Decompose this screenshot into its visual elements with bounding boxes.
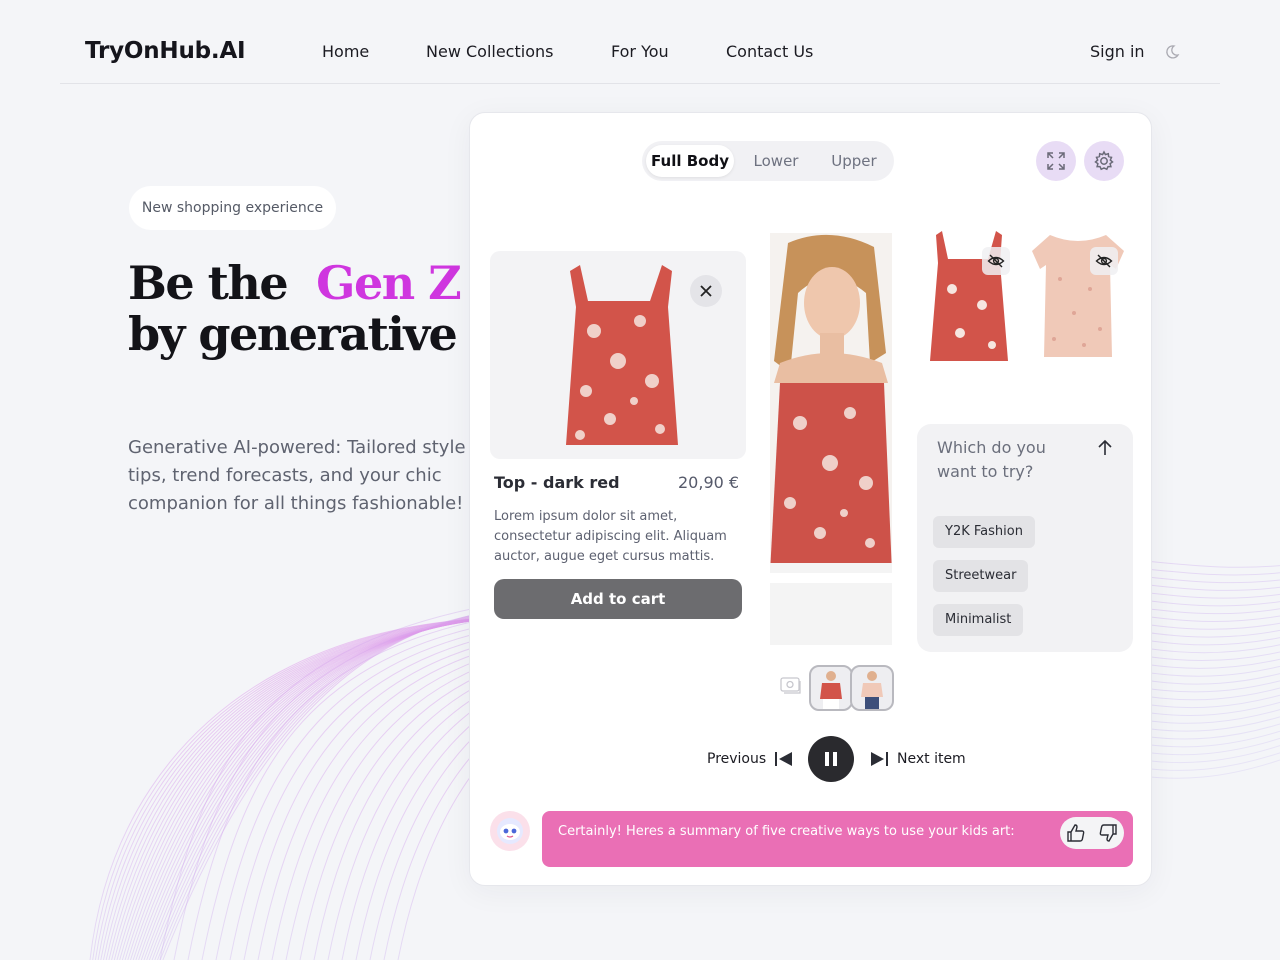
remove-item-button[interactable] — [690, 275, 722, 307]
model-photo — [770, 233, 892, 645]
hide-red-top-button[interactable] — [982, 247, 1010, 275]
nav-link-new-collections[interactable]: New Collections — [426, 42, 553, 61]
thumbs-up-icon[interactable] — [1066, 823, 1086, 843]
next-item-label[interactable]: Next item — [897, 751, 966, 767]
product-image — [490, 251, 746, 459]
skip-back-icon[interactable] — [774, 751, 794, 767]
brand-logo[interactable]: TryOnHub.AI — [85, 38, 246, 64]
settings-button[interactable] — [1084, 141, 1124, 181]
pause-icon — [825, 752, 837, 766]
robot-face-icon — [497, 818, 523, 844]
chat-message-bubble: Certainly! Heres a summary of five creat… — [542, 811, 1133, 867]
arrow-up-icon[interactable] — [1095, 438, 1115, 458]
chip-minimalist[interactable]: Minimalist — [933, 604, 1024, 636]
product-price: 20,90 € — [678, 473, 740, 492]
pause-button[interactable] — [808, 736, 854, 782]
settings-icon — [1094, 150, 1114, 171]
suggestion-question: Which do you want to try? — [937, 438, 1046, 481]
body-part-tabs: Full Body Lower Upper — [642, 141, 894, 181]
gallery-icon[interactable] — [780, 675, 802, 695]
eye-off-icon — [1095, 254, 1113, 268]
add-to-cart-button[interactable]: Add to cart — [494, 579, 742, 619]
hide-pink-top-button[interactable] — [1090, 247, 1118, 275]
outfit-thumbnail-1[interactable] — [809, 665, 853, 711]
hero-pill-badge: New shopping experience — [129, 186, 336, 230]
chat-message-text: Certainly! Heres a summary of five creat… — [558, 824, 1015, 839]
moon-icon[interactable] — [1164, 44, 1180, 60]
chip-streetwear[interactable]: Streetwear — [933, 560, 1029, 592]
previous-label[interactable]: Previous — [707, 751, 766, 767]
thumbs-down-icon[interactable] — [1098, 823, 1118, 843]
tab-upper[interactable]: Upper — [818, 145, 890, 177]
expand-button[interactable] — [1036, 141, 1076, 181]
tab-full-body[interactable]: Full Body — [646, 145, 734, 177]
expand-icon — [1047, 152, 1065, 170]
outfit-pink-image — [861, 671, 883, 709]
hero-subtitle: Generative AI-powered: Tailored style ti… — [128, 437, 466, 514]
style-suggestion-panel: Which do you want to try? Y2K Fashion St… — [917, 424, 1133, 652]
try-on-card: Full Body Lower Upper Top - dark red 20,… — [469, 112, 1152, 886]
outfit-thumbnail-2[interactable] — [850, 665, 894, 711]
nav-link-contact-us[interactable]: Contact Us — [726, 42, 813, 61]
eye-off-icon — [987, 254, 1005, 268]
top-navbar: TryOnHub.AI Home New Collections For You… — [60, 20, 1220, 84]
sign-in-link[interactable]: Sign in — [1090, 42, 1145, 61]
feedback-buttons — [1060, 817, 1124, 849]
product-description: Lorem ipsum dolor sit amet, consectetur … — [494, 509, 727, 564]
tab-lower[interactable]: Lower — [740, 145, 812, 177]
close-icon — [700, 285, 712, 297]
nav-link-for-you[interactable]: For You — [611, 42, 669, 61]
product-name: Top - dark red — [494, 473, 620, 492]
outfit-red-image — [820, 671, 842, 709]
chip-y2k-fashion[interactable]: Y2K Fashion — [933, 516, 1035, 548]
hero-title-part-1: Be the — [128, 256, 289, 310]
skip-forward-icon[interactable] — [869, 751, 889, 767]
bot-avatar — [490, 811, 530, 851]
nav-link-home[interactable]: Home — [322, 42, 369, 61]
